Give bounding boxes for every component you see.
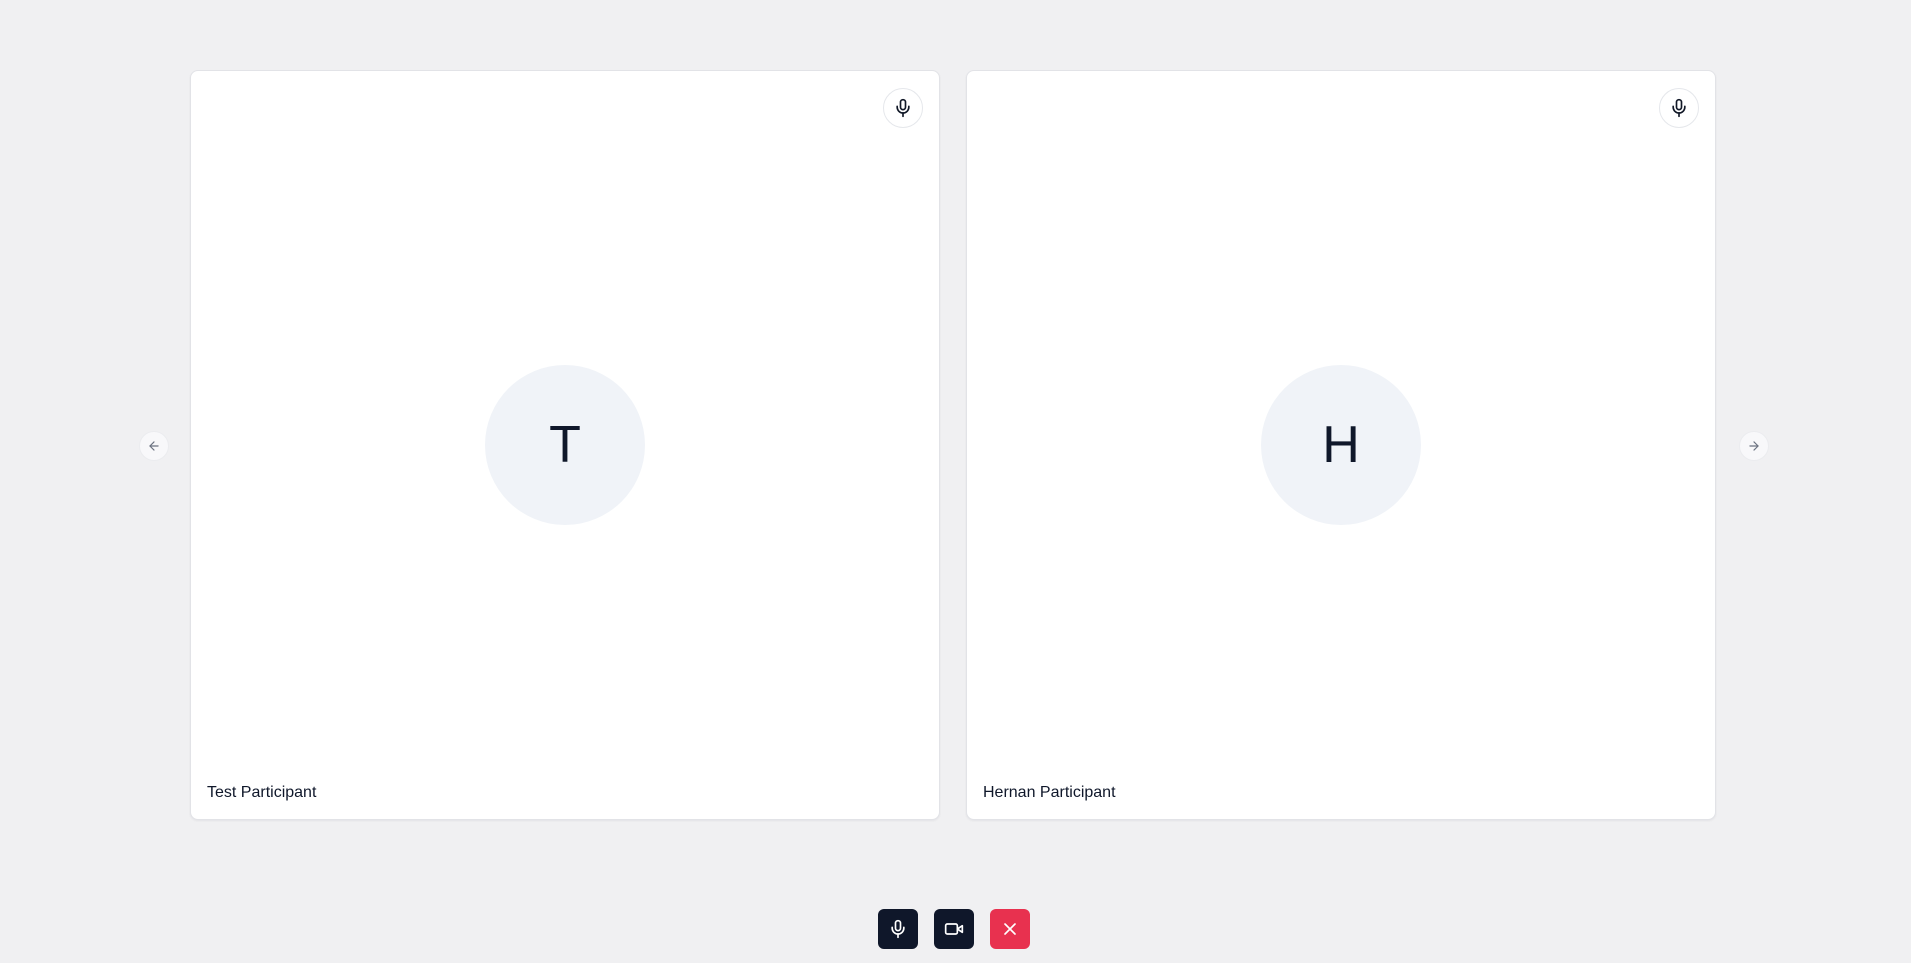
next-page-button[interactable] bbox=[1739, 431, 1769, 461]
toggle-mic-button[interactable] bbox=[878, 909, 918, 949]
arrow-right-icon bbox=[1749, 441, 1759, 451]
participant-mic-indicator[interactable] bbox=[883, 88, 923, 128]
video-camera-icon bbox=[944, 923, 964, 935]
mic-icon bbox=[896, 98, 910, 118]
call-controls bbox=[878, 909, 1030, 949]
mic-icon bbox=[891, 919, 905, 939]
avatar: H bbox=[1261, 365, 1421, 525]
close-icon bbox=[1004, 923, 1016, 935]
video-call-stage: T Test Participant H Hernan Participant bbox=[0, 0, 1911, 963]
avatar-initial: T bbox=[549, 416, 581, 474]
arrow-left-icon bbox=[149, 441, 159, 451]
leave-call-button[interactable] bbox=[990, 909, 1030, 949]
participant-name: Hernan Participant bbox=[983, 784, 1116, 801]
participant-mic-indicator[interactable] bbox=[1659, 88, 1699, 128]
mic-icon bbox=[1672, 98, 1686, 118]
participant-tile: T Test Participant bbox=[190, 70, 940, 820]
participant-name: Test Participant bbox=[207, 784, 317, 801]
avatar-initial: H bbox=[1322, 416, 1360, 474]
avatar: T bbox=[485, 365, 645, 525]
participant-tile: H Hernan Participant bbox=[966, 70, 1716, 820]
toggle-camera-button[interactable] bbox=[934, 909, 974, 949]
previous-page-button[interactable] bbox=[139, 431, 169, 461]
